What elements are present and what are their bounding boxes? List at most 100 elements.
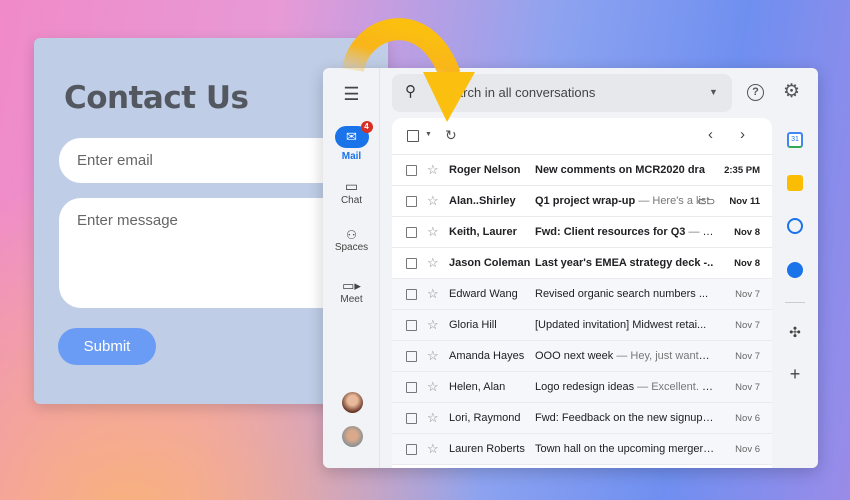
email-sender: Edward Wang xyxy=(449,288,518,300)
subject-text: New comments on MCR2020 dra xyxy=(535,164,705,176)
avatar[interactable] xyxy=(342,392,363,413)
star-icon[interactable]: ☆ xyxy=(427,410,441,426)
email-row[interactable]: ☆ Gloria Hill [Updated invitation] Midwe… xyxy=(392,310,772,341)
email-date: Nov 11 xyxy=(729,195,760,207)
star-icon[interactable]: ☆ xyxy=(427,348,441,364)
add-icon[interactable]: + xyxy=(787,365,803,383)
row-checkbox[interactable] xyxy=(406,412,417,424)
attachment-icon: ⊂⊃ xyxy=(697,195,716,208)
email-list: ▼ ↻ ‹ › ☆ Roger Nelson New comments on M… xyxy=(392,118,772,468)
email-row[interactable]: ☆ Edward Wang Revised organic search num… xyxy=(392,279,772,310)
email-date: Nov 8 xyxy=(734,257,760,269)
email-date: Nov 7 xyxy=(735,288,760,300)
row-checkbox[interactable] xyxy=(406,164,417,176)
contact-title: Contact Us xyxy=(64,80,249,116)
help-icon[interactable]: ? xyxy=(747,84,764,101)
row-checkbox[interactable] xyxy=(406,195,417,207)
star-icon[interactable]: ☆ xyxy=(427,255,441,271)
subject-text: Fwd: Feedback on the new signup e... xyxy=(535,412,715,424)
subject-text: [Updated invitation] Midwest retai... xyxy=(535,319,707,331)
row-checkbox[interactable] xyxy=(406,226,417,238)
prev-page-icon[interactable]: ‹ xyxy=(708,126,713,143)
email-sender: Lori, Raymond xyxy=(449,412,521,424)
email-subject: [Updated invitation] Midwest retai... xyxy=(535,319,715,331)
nav-label: Spaces xyxy=(334,242,369,253)
star-icon[interactable]: ☆ xyxy=(427,441,441,457)
star-icon[interactable]: ☆ xyxy=(427,162,441,178)
subject-text: Revised organic search numbers ... xyxy=(535,288,709,300)
keep-icon[interactable] xyxy=(787,175,803,191)
nav-spaces[interactable]: ⚇ Spaces xyxy=(323,228,380,253)
email-date: Nov 6 xyxy=(735,412,760,424)
row-checkbox[interactable] xyxy=(406,443,417,455)
row-checkbox[interactable] xyxy=(406,381,417,393)
email-subject: Logo redesign ideas — Excellent. hi... xyxy=(535,381,715,393)
avatar[interactable] xyxy=(342,426,363,447)
subject-text: Fwd: Client resources for Q3 xyxy=(535,226,686,238)
chevron-down-icon[interactable]: ▼ xyxy=(425,131,432,138)
subject-text: OOO next week xyxy=(535,350,614,362)
contacts-icon[interactable] xyxy=(787,262,803,278)
email-subject: Last year's EMEA strategy deck -.. xyxy=(535,257,715,269)
submit-button[interactable]: Submit xyxy=(58,328,156,365)
search-options-icon[interactable]: ▼ xyxy=(709,87,718,97)
row-checkbox[interactable] xyxy=(406,319,417,331)
nav-chat[interactable]: ▭ Chat xyxy=(323,178,380,206)
email-sender: Amanda Hayes xyxy=(449,350,525,362)
subject-text: Town hall on the upcoming merger ... xyxy=(535,443,715,455)
nav-label: Mail xyxy=(341,151,362,162)
email-sender: Gloria Hill xyxy=(449,319,497,331)
email-sender: Keith, Laurer xyxy=(449,226,517,238)
email-subject: Fwd: Feedback on the new signup e... xyxy=(535,412,715,424)
email-snippet: — Hey, just wanted ... xyxy=(616,350,715,362)
nav-mail[interactable]: ✉ 4 Mail xyxy=(323,121,380,162)
email-sender: Alan..Shirley xyxy=(449,195,516,207)
email-date: Nov 6 xyxy=(735,443,760,455)
subject-text: Logo redesign ideas xyxy=(535,381,635,393)
addons-icon[interactable]: ✣ xyxy=(787,324,803,340)
email-subject: OOO next week — Hey, just wanted ... xyxy=(535,350,715,362)
email-subject: Revised organic search numbers ... xyxy=(535,288,715,300)
email-date: Nov 8 xyxy=(734,226,760,238)
nav-meet[interactable]: ▭▸ Meet xyxy=(323,278,380,305)
email-row[interactable]: ☆ Lori, Raymond Fwd: Feedback on the new… xyxy=(392,403,772,434)
row-checkbox[interactable] xyxy=(406,350,417,362)
star-icon[interactable]: ☆ xyxy=(427,286,441,302)
tasks-icon[interactable] xyxy=(787,218,803,234)
row-checkbox[interactable] xyxy=(406,257,417,269)
email-sender: Lauren Roberts xyxy=(449,443,525,455)
spaces-icon: ⚇ xyxy=(346,228,357,242)
chat-icon: ▭ xyxy=(344,178,359,194)
nav-label: Meet xyxy=(340,294,363,305)
email-row[interactable]: ☆ Amanda Hayes OOO next week — Hey, just… xyxy=(392,341,772,372)
email-row[interactable]: ☆ Roger Nelson New comments on MCR2020 d… xyxy=(392,155,772,186)
nav-label: Chat xyxy=(340,195,363,206)
subject-text: Last year's EMEA strategy deck -.. xyxy=(535,257,714,269)
email-row[interactable]: ☆ Lauren Roberts Town hall on the upcomi… xyxy=(392,434,772,465)
star-icon[interactable]: ☆ xyxy=(427,224,441,240)
next-page-icon[interactable]: › xyxy=(740,126,745,143)
email-date: Nov 7 xyxy=(735,381,760,393)
email-sender: Jason Coleman xyxy=(449,257,531,269)
email-subject: Q1 project wrap-up — Here's a list xyxy=(535,195,715,207)
email-row[interactable]: ☆ Jason Coleman Last year's EMEA strateg… xyxy=(392,248,772,279)
star-icon[interactable]: ☆ xyxy=(427,193,441,209)
email-snippet: — R... xyxy=(688,226,715,238)
email-date: Nov 7 xyxy=(735,319,760,331)
star-icon[interactable]: ☆ xyxy=(427,317,441,333)
calendar-icon[interactable]: 31 xyxy=(787,132,803,148)
right-sidebar: 31 ✣ + xyxy=(772,68,818,468)
subject-text: Q1 project wrap-up xyxy=(535,195,636,207)
row-checkbox[interactable] xyxy=(406,288,417,300)
email-sender: Helen, Alan xyxy=(449,381,506,393)
email-row[interactable]: ☆ Keith, Laurer Fwd: Client resources fo… xyxy=(392,217,772,248)
select-all-checkbox[interactable] xyxy=(407,130,419,142)
arrow-icon xyxy=(342,18,475,122)
divider xyxy=(785,302,805,303)
star-icon[interactable]: ☆ xyxy=(427,379,441,395)
email-row[interactable]: ☆ Alan..Shirley Q1 project wrap-up — Her… xyxy=(392,186,772,217)
email-snippet: — Excellent. hi... xyxy=(637,381,715,393)
email-subject: Fwd: Client resources for Q3 — R... xyxy=(535,226,715,238)
email-date: 2:35 PM xyxy=(724,164,760,176)
email-row[interactable]: ☆ Helen, Alan Logo redesign ideas — Exce… xyxy=(392,372,772,403)
